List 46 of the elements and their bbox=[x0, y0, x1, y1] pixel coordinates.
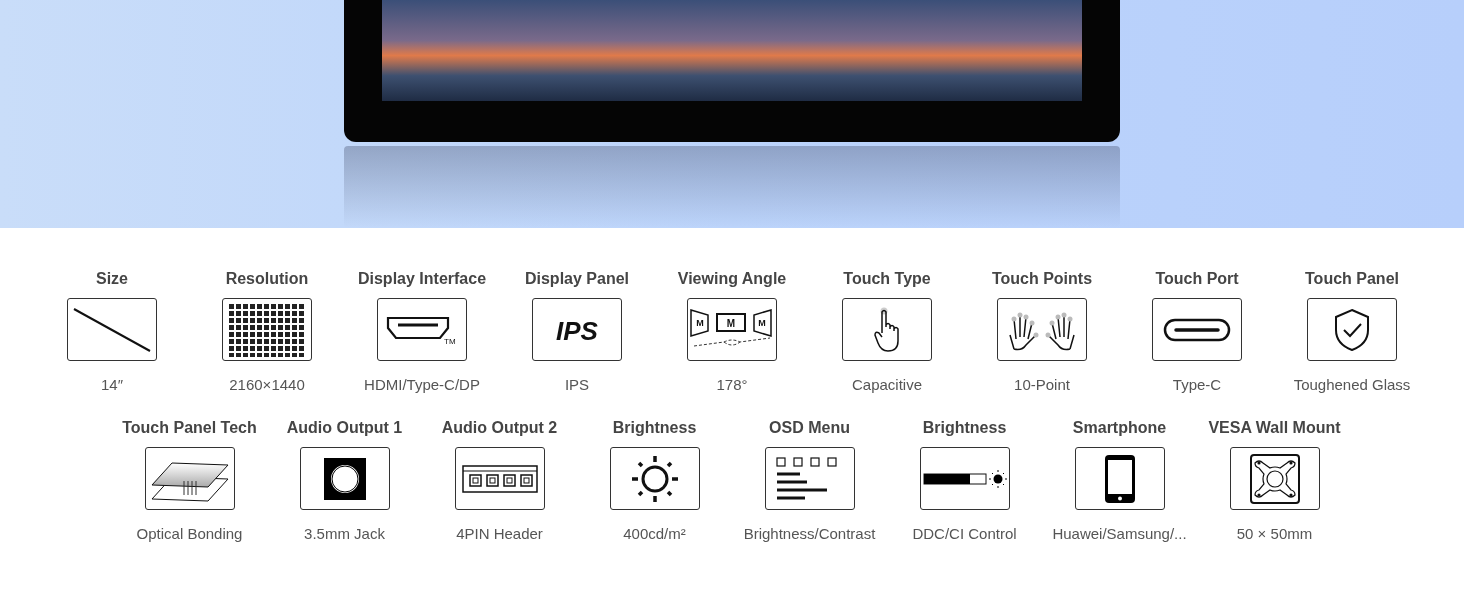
spec-title: Display Panel bbox=[524, 269, 629, 289]
shield-check-icon bbox=[1334, 307, 1370, 352]
vesa-mount-icon bbox=[1249, 453, 1300, 504]
audio-jack-icon bbox=[323, 457, 366, 500]
spec-title: Brightness bbox=[922, 418, 1007, 438]
spec-title: Smartphone bbox=[1072, 418, 1167, 438]
diagonal-line-icon bbox=[72, 306, 152, 353]
spec-title: Brightness bbox=[612, 418, 697, 438]
spec-value: DDC/CI Control bbox=[912, 524, 1017, 544]
usb-c-port-icon bbox=[1163, 317, 1231, 342]
spec-value: 14″ bbox=[101, 375, 123, 395]
spec-value: 50 × 50mm bbox=[1236, 524, 1313, 544]
panel-text-icon: IPS bbox=[547, 313, 607, 346]
spec-value: Type-C bbox=[1172, 375, 1222, 395]
spec-title: Viewing Angle bbox=[677, 269, 787, 289]
pixel-grid-icon bbox=[228, 302, 306, 357]
spec-title: Display Interface bbox=[357, 269, 487, 289]
spec-title: Touch Port bbox=[1155, 269, 1239, 289]
spec-value: 4PIN Header bbox=[456, 524, 543, 544]
spec-value: HDMI/Type-C/DP bbox=[364, 375, 480, 395]
spec-title: Touch Points bbox=[991, 269, 1093, 289]
spec-title: Audio Output 1 bbox=[286, 418, 403, 438]
spec-value: 2160×1440 bbox=[229, 375, 305, 395]
spec-value: 400cd/m² bbox=[623, 524, 686, 544]
spec-title: Audio Output 2 bbox=[441, 418, 558, 438]
sun-icon bbox=[630, 454, 679, 503]
spec-value: Optical Bonding bbox=[136, 524, 243, 544]
spec-value: Toughened Glass bbox=[1293, 375, 1411, 395]
spec-title: VESA Wall Mount bbox=[1208, 418, 1341, 438]
pin-header-icon bbox=[461, 464, 538, 493]
spec-value: 178° bbox=[716, 375, 748, 395]
spec-title: Size bbox=[96, 269, 128, 289]
spec-value: 3.5mm Jack bbox=[304, 524, 385, 544]
spec-title: Touch Panel bbox=[1305, 269, 1399, 289]
spec-value: Huawei/Samsung/... bbox=[1052, 524, 1187, 544]
smartphone-icon bbox=[1104, 454, 1135, 503]
spec-value: Capacitive bbox=[851, 375, 922, 395]
spec-value: 10-Point bbox=[1014, 375, 1070, 395]
spec-title: Touch Panel Tech bbox=[122, 418, 257, 438]
spec-title: Touch Type bbox=[843, 269, 931, 289]
brightness-bar-icon bbox=[922, 468, 1007, 489]
spec-title: OSD Menu bbox=[769, 418, 850, 438]
spec-value: IPS bbox=[564, 375, 590, 395]
pointing-hand-icon bbox=[872, 306, 902, 353]
spec-value: Brightness/Contrast bbox=[743, 524, 876, 544]
spec-title: Resolution bbox=[225, 269, 309, 289]
